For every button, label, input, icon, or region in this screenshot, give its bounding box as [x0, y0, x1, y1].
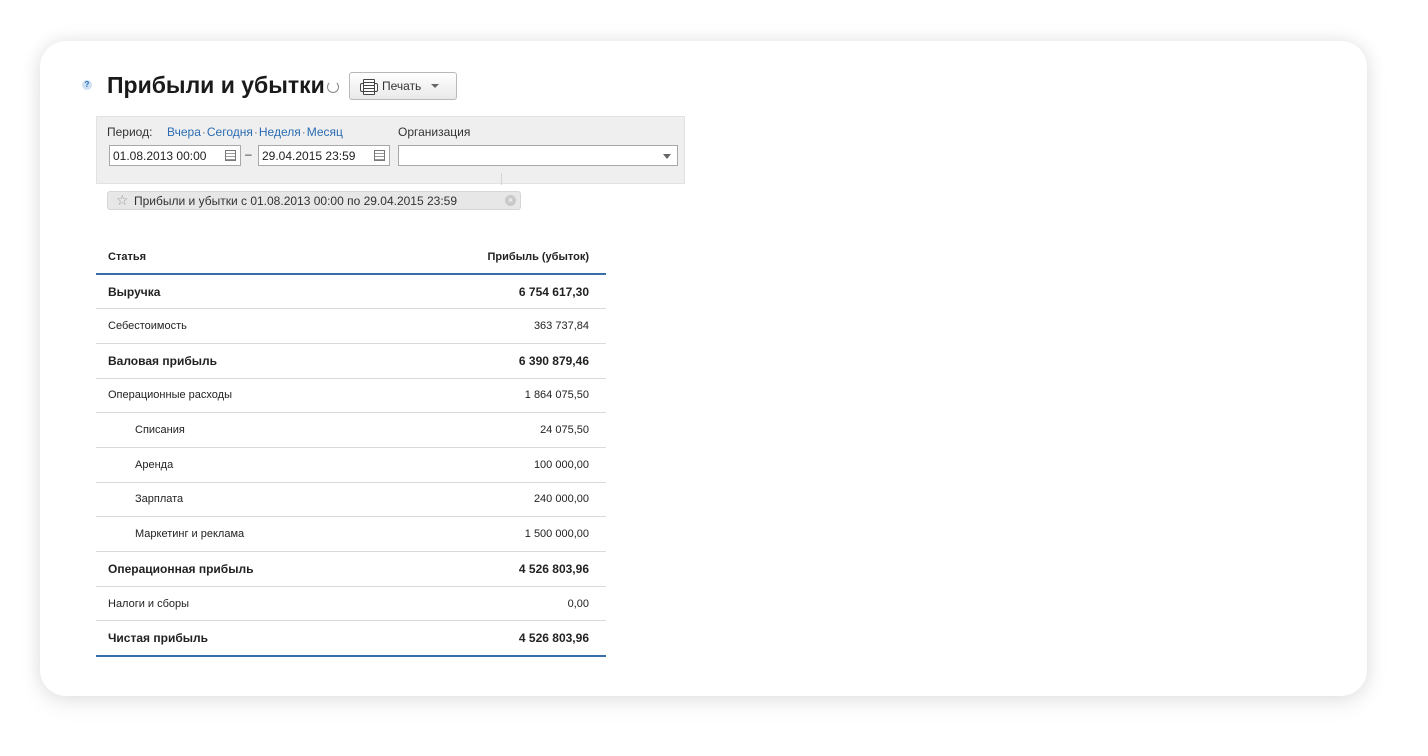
close-icon[interactable]: ×: [505, 195, 516, 206]
date-from-value: 01.08.2013 00:00: [113, 149, 207, 163]
star-icon[interactable]: ☆: [116, 192, 129, 209]
filter-panel: Период: Вчера·Сегодня·Неделя·Месяц Орган…: [96, 116, 685, 185]
table-row: Аренда 100 000,00: [96, 447, 606, 483]
row-value: 24 075,50: [384, 412, 606, 448]
row-value: 1 864 075,50: [384, 378, 606, 414]
row-value: 240 000,00: [384, 482, 606, 518]
date-from-input[interactable]: 01.08.2013 00:00: [109, 145, 241, 166]
caret-down-icon: [431, 84, 440, 88]
organization-select[interactable]: [398, 145, 678, 166]
table-row: Операционная прибыль 4 526 803,96: [96, 551, 606, 587]
print-button[interactable]: Печать: [349, 72, 457, 100]
row-value: 4 526 803,96: [384, 620, 606, 657]
row-label: Маркетинг и реклама: [96, 516, 385, 552]
period-label: Период:: [107, 125, 153, 139]
row-label: Налоги и сборы: [96, 586, 385, 622]
row-value: 4 526 803,96: [384, 551, 606, 587]
row-label: Операционные расходы: [96, 378, 385, 414]
printer-icon: [360, 79, 378, 95]
active-filter-chip[interactable]: ☆ Прибыли и убытки с 01.08.2013 00:00 по…: [107, 191, 521, 210]
table-row: Зарплата 240 000,00: [96, 482, 606, 518]
table-row: Маркетинг и реклама 1 500 000,00: [96, 516, 606, 552]
row-value: 363 737,84: [384, 308, 606, 344]
row-label: Чистая прибыль: [96, 620, 385, 657]
table-row: Чистая прибыль 4 526 803,96: [96, 620, 606, 657]
period-link-month[interactable]: Месяц: [307, 125, 343, 139]
table-row: Выручка 6 754 617,30: [96, 274, 606, 310]
row-value: 1 500 000,00: [384, 516, 606, 552]
period-link-today[interactable]: Сегодня: [207, 125, 253, 139]
print-button-label: Печать: [382, 79, 422, 93]
row-value: 6 390 879,46: [384, 343, 606, 379]
refresh-icon[interactable]: [327, 81, 339, 93]
profit-loss-table: Статья Прибыль (убыток) Выручка 6 754 617…: [96, 240, 606, 657]
row-value: 100 000,00: [384, 447, 606, 483]
table-row: Валовая прибыль 6 390 879,46: [96, 343, 606, 379]
row-value: 0,00: [384, 586, 606, 622]
date-to-value: 29.04.2015 23:59: [262, 149, 356, 163]
help-icon[interactable]: ?: [82, 80, 92, 90]
table-row: Операционные расходы 1 864 075,50: [96, 378, 606, 414]
calendar-icon[interactable]: [374, 150, 385, 161]
row-value: 6 754 617,30: [384, 274, 606, 310]
table-row: Списания 24 075,50: [96, 412, 606, 448]
row-label: Выручка: [96, 274, 385, 310]
row-label: Валовая прибыль: [96, 343, 385, 379]
row-label: Аренда: [96, 447, 385, 483]
panel-divider: [501, 173, 502, 185]
table-row: Налоги и сборы 0,00: [96, 586, 606, 622]
period-links: Вчера·Сегодня·Неделя·Месяц: [167, 125, 343, 139]
row-label: Себестоимость: [96, 308, 385, 344]
period-link-yesterday[interactable]: Вчера: [167, 125, 201, 139]
table-header-row: Статья Прибыль (убыток): [96, 240, 606, 275]
calendar-icon[interactable]: [225, 150, 236, 161]
row-label: Списания: [96, 412, 385, 448]
date-range-dash: –: [245, 147, 252, 161]
table-row: Себестоимость 363 737,84: [96, 308, 606, 344]
period-link-week[interactable]: Неделя: [259, 125, 301, 139]
dropdown-arrow-icon: [663, 154, 671, 159]
organization-label: Организация: [398, 125, 471, 139]
column-header-article[interactable]: Статья: [96, 240, 385, 275]
row-label: Зарплата: [96, 482, 385, 518]
page-title: Прибыли и убытки: [107, 72, 325, 98]
row-label: Операционная прибыль: [96, 551, 385, 587]
column-header-profit[interactable]: Прибыль (убыток): [384, 240, 606, 275]
filter-chip-text: Прибыли и убытки с 01.08.2013 00:00 по 2…: [134, 194, 458, 208]
date-to-input[interactable]: 29.04.2015 23:59: [258, 145, 390, 166]
